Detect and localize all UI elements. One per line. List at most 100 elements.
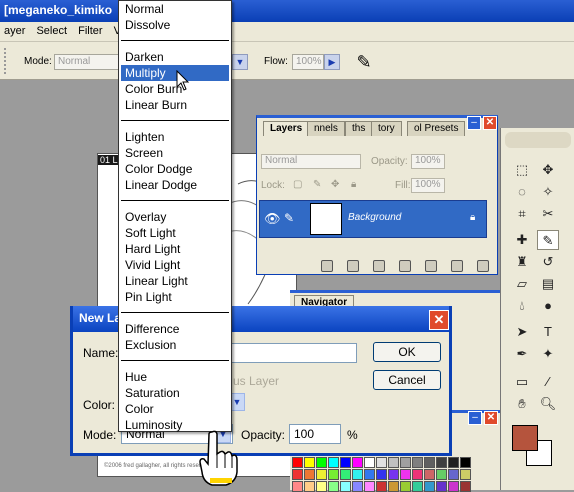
color-swatch[interactable]	[352, 481, 363, 492]
path-select-icon[interactable]: ➤	[511, 322, 533, 342]
notes-icon[interactable]: ▭	[511, 372, 533, 392]
layer-blend-select[interactable]: Normal	[261, 154, 361, 169]
blend-mode-linear-dodge[interactable]: Linear Dodge	[121, 177, 229, 193]
color-swatch[interactable]	[412, 457, 423, 468]
brush-icon[interactable]: ✎	[284, 211, 294, 225]
color-swatch[interactable]	[352, 457, 363, 468]
blend-mode-exclusion[interactable]: Exclusion	[121, 337, 229, 353]
layer-style-icon[interactable]	[347, 260, 359, 272]
blend-mode-linear-light[interactable]: Linear Light	[121, 273, 229, 289]
color-swatch[interactable]	[400, 457, 411, 468]
tab-layers[interactable]: Layers	[263, 121, 310, 136]
tab-paths[interactable]: ths	[345, 121, 373, 136]
chevron-down-icon[interactable]: ▼	[232, 54, 248, 70]
marquee-icon[interactable]: ⬚	[511, 160, 533, 180]
color-swatch[interactable]	[448, 469, 459, 480]
color-swatch[interactable]	[412, 481, 423, 492]
color-swatch[interactable]	[316, 457, 327, 468]
clone-stamp-icon[interactable]: ♜	[511, 252, 533, 272]
blend-mode-hue[interactable]: Hue	[121, 369, 229, 385]
color-swatch[interactable]	[328, 469, 339, 480]
color-swatch[interactable]	[460, 481, 471, 492]
color-swatch[interactable]	[316, 469, 327, 480]
layer-mask-icon[interactable]	[373, 260, 385, 272]
blend-mode-screen[interactable]: Screen	[121, 145, 229, 161]
blend-mode-vivid-light[interactable]: Vivid Light	[121, 257, 229, 273]
color-swatch[interactable]	[388, 469, 399, 480]
color-swatch[interactable]	[412, 469, 423, 480]
type-icon[interactable]: T	[537, 322, 559, 342]
brush-icon[interactable]: ✎	[537, 230, 559, 250]
blend-mode-saturation[interactable]: Saturation	[121, 385, 229, 401]
adjustment-layer-icon[interactable]	[425, 260, 437, 272]
dodge-icon[interactable]: ●	[537, 296, 559, 316]
layer-row-background[interactable]: 👁︎ ✎ Background 🔒︎	[259, 200, 487, 238]
color-swatch[interactable]	[364, 469, 375, 480]
blend-mode-normal[interactable]: Normal	[121, 1, 229, 17]
color-swatch[interactable]	[400, 481, 411, 492]
color-swatch[interactable]	[340, 481, 351, 492]
blend-mode-difference[interactable]: Difference	[121, 321, 229, 337]
opacity-field[interactable]: 100	[289, 424, 341, 444]
menu-select[interactable]: Select	[32, 22, 71, 40]
mode-select[interactable]: Normal	[54, 54, 120, 70]
close-icon[interactable]: ✕	[484, 411, 498, 425]
healing-brush-icon[interactable]: ✚	[511, 230, 533, 250]
gradient-icon[interactable]: ▤	[537, 274, 559, 294]
color-swatch[interactable]	[436, 469, 447, 480]
link-icon[interactable]	[321, 260, 333, 272]
lock-move-icon[interactable]: ✥	[331, 179, 339, 190]
color-swatch[interactable]	[460, 469, 471, 480]
cancel-button[interactable]: Cancel	[373, 370, 441, 390]
minimize-icon[interactable]: –	[468, 411, 482, 425]
grip-handle[interactable]	[4, 48, 7, 74]
ok-button[interactable]: OK	[373, 342, 441, 362]
color-swatch[interactable]	[304, 469, 315, 480]
fill-input[interactable]: 100%	[411, 178, 445, 193]
menu-layer[interactable]: ayer	[0, 22, 29, 40]
blend-mode-darken[interactable]: Darken	[121, 49, 229, 65]
new-set-icon[interactable]	[399, 260, 411, 272]
blend-mode-color-burn[interactable]: Color Burn	[121, 81, 229, 97]
color-swatch[interactable]	[448, 481, 459, 492]
flow-arrow-icon[interactable]: ▶	[324, 54, 340, 70]
blend-mode-pin-light[interactable]: Pin Light	[121, 289, 229, 305]
history-brush-icon[interactable]: ↺	[537, 252, 559, 272]
color-swatch[interactable]	[436, 457, 447, 468]
lock-transparent-icon[interactable]: ▢	[293, 179, 302, 190]
lasso-icon[interactable]: ◌	[511, 182, 533, 202]
blend-mode-linear-burn[interactable]: Linear Burn	[121, 97, 229, 113]
blend-mode-color-dodge[interactable]: Color Dodge	[121, 161, 229, 177]
move-icon[interactable]: ✥	[537, 160, 559, 180]
blend-mode-hard-light[interactable]: Hard Light	[121, 241, 229, 257]
color-swatch[interactable]	[424, 481, 435, 492]
color-swatch[interactable]	[304, 481, 315, 492]
blend-mode-soft-light[interactable]: Soft Light	[121, 225, 229, 241]
color-swatch[interactable]	[292, 481, 303, 492]
crop-icon[interactable]: ⌗	[511, 204, 533, 224]
tab-tool-presets[interactable]: ol Presets	[407, 121, 466, 136]
lock-all-icon[interactable]: 🔒︎	[351, 179, 356, 190]
color-swatch[interactable]	[364, 457, 375, 468]
slice-icon[interactable]: ✂	[537, 204, 559, 224]
color-swatch[interactable]	[316, 481, 327, 492]
blend-mode-multiply[interactable]: Multiply	[121, 65, 229, 81]
color-swatch[interactable]	[292, 469, 303, 480]
color-swatch[interactable]	[400, 469, 411, 480]
eraser-icon[interactable]: ▱	[511, 274, 533, 294]
layer-name[interactable]: Background	[348, 212, 401, 223]
airbrush-icon[interactable]: ✎	[352, 50, 376, 74]
blend-mode-color[interactable]: Color	[121, 401, 229, 417]
hand-icon[interactable]: ✋︎	[511, 394, 533, 414]
color-swatch[interactable]	[376, 481, 387, 492]
color-swatch[interactable]	[376, 457, 387, 468]
opacity-input[interactable]: 100%	[411, 154, 445, 169]
color-swatch[interactable]	[328, 481, 339, 492]
flow-input[interactable]: 100%	[292, 54, 324, 70]
color-swatch[interactable]	[328, 457, 339, 468]
color-swatch[interactable]	[340, 457, 351, 468]
eye-icon[interactable]: 👁︎	[264, 211, 281, 227]
color-swatch[interactable]	[388, 481, 399, 492]
blend-mode-dissolve[interactable]: Dissolve	[121, 17, 229, 33]
zoom-icon[interactable]: 🔍︎	[537, 394, 559, 414]
